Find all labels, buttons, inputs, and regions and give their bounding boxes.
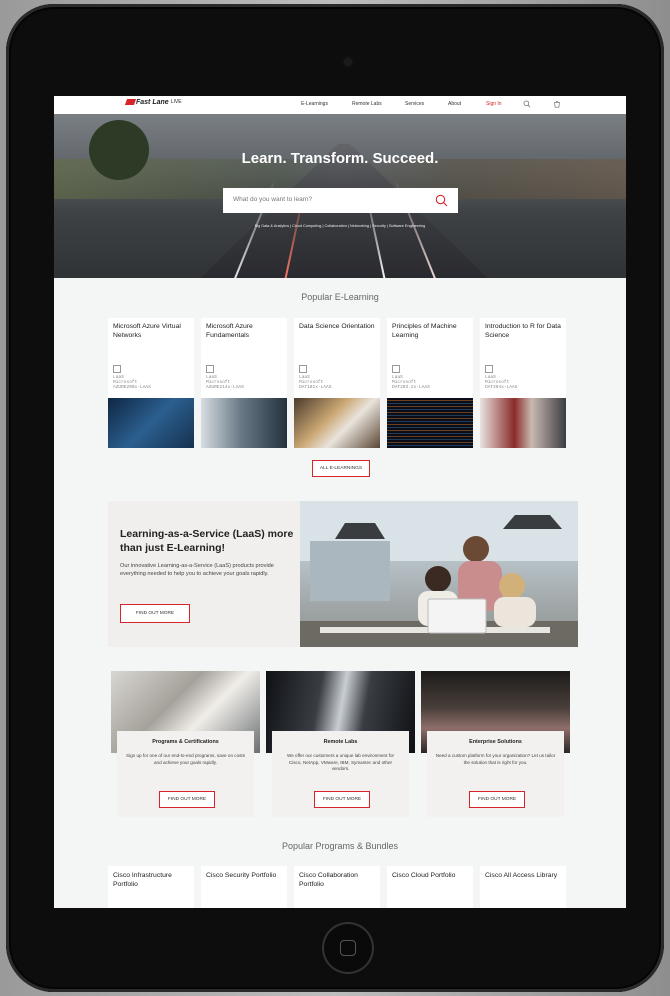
program-title: Cisco All Access Library: [485, 872, 558, 879]
home-button[interactable]: [322, 922, 374, 974]
course-card[interactable]: Principles of Machine Learning LaaS Micro…: [387, 318, 473, 448]
course-icon: [392, 365, 400, 373]
enterprise-find-out-more-button[interactable]: FIND OUT MORE: [469, 791, 525, 808]
remote-labs-tile: Remote Labs We offer our customers a uni…: [266, 671, 415, 817]
enterprise-tile: Enterprise Solutions Need a custom platf…: [421, 671, 570, 817]
course-image: [387, 398, 473, 448]
popular-programs-title: Popular Programs & Bundles: [281, 841, 399, 851]
course-code: LaaS Microsoft DAT204x-LAAS: [485, 375, 518, 391]
course-code: LaaS Microsoft AZURE214x-LAAS: [206, 375, 244, 391]
course-code: LaaS Microsoft AZURE200x-LAAS: [113, 375, 151, 391]
logo-text: Fast Lane: [136, 99, 169, 106]
program-card[interactable]: Cisco Infrastructure Portfolio: [108, 866, 194, 908]
camera-icon: [342, 56, 354, 68]
laas-find-out-more-button[interactable]: FIND OUT MORE: [120, 604, 190, 623]
logo-sub: LIVE: [170, 99, 182, 105]
course-card[interactable]: Microsoft Azure Virtual Networks LaaS Mic…: [108, 318, 194, 448]
topic-tags[interactable]: Big Data & Analytics | Cloud Computing |…: [54, 224, 626, 228]
course-image: [480, 398, 566, 448]
program-card[interactable]: Cisco Collaboration Portfolio: [294, 866, 380, 908]
nav-remote-labs[interactable]: Remote Labs: [352, 101, 382, 107]
course-title: Introduction to R for Data Science: [485, 323, 561, 339]
laas-body: Our innovative Learning-as-a-Service (La…: [120, 563, 274, 577]
course-icon: [485, 365, 493, 373]
laas-heading: Learning-as-a-Service (LaaS) more than j…: [120, 528, 294, 555]
course-card[interactable]: Introduction to R for Data Science LaaS M…: [480, 318, 566, 448]
nav-elearnings[interactable]: E-Learnings: [301, 101, 328, 107]
hero-title: Learn. Transform. Succeed.: [241, 150, 439, 167]
remote-labs-find-out-more-button[interactable]: FIND OUT MORE: [314, 791, 370, 808]
nav-services[interactable]: Services: [405, 101, 424, 107]
tile-body: Sign up for one of our end-to-end progra…: [126, 753, 245, 765]
nav-sign-in[interactable]: Sign In: [486, 101, 502, 107]
brand-logo[interactable]: Fast Lane LIVE: [124, 99, 182, 106]
program-card[interactable]: Cisco Security Portfolio: [201, 866, 287, 908]
search-placeholder: What do you want to learn?: [233, 196, 313, 203]
course-icon: [206, 365, 214, 373]
course-title: Microsoft Azure Fundamentals: [206, 323, 253, 339]
hero-banner: Learn. Transform. Succeed. What do you w…: [54, 114, 626, 278]
course-icon: [299, 365, 307, 373]
program-title: Cisco Cloud Portfolio: [392, 872, 456, 879]
course-title: Microsoft Azure Virtual Networks: [113, 323, 181, 339]
programs-tile: Programs & Certifications Sign up for on…: [111, 671, 260, 817]
programs-info-box: Programs & Certifications Sign up for on…: [117, 731, 254, 817]
enterprise-info-box: Enterprise Solutions Need a custom platf…: [427, 731, 564, 817]
course-title: Data Science Orientation: [299, 323, 375, 330]
program-title: Cisco Collaboration Portfolio: [299, 872, 358, 888]
programs-find-out-more-button[interactable]: FIND OUT MORE: [159, 791, 215, 808]
home-square-icon: [340, 940, 356, 956]
tile-title: Enterprise Solutions: [469, 739, 522, 745]
course-card[interactable]: Microsoft Azure Fundamentals LaaS Microso…: [201, 318, 287, 448]
laas-text-panel: Learning-as-a-Service (LaaS) more than j…: [108, 501, 300, 647]
laas-section: Learning-as-a-Service (LaaS) more than j…: [108, 501, 578, 647]
hero-search-input[interactable]: What do you want to learn?: [223, 188, 458, 213]
program-card[interactable]: Cisco Cloud Portfolio: [387, 866, 473, 908]
laas-image: [300, 501, 578, 647]
course-image: [108, 398, 194, 448]
webpage-screen: Fast Lane LIVE E-Learnings Remote Labs Se…: [54, 96, 626, 908]
course-image: [294, 398, 380, 448]
logo-mark-icon: [124, 99, 137, 106]
program-title: Cisco Security Portfolio: [206, 872, 277, 879]
tile-body: Need a custom platform for your organiza…: [435, 753, 556, 765]
top-navigation: Fast Lane LIVE E-Learnings Remote Labs Se…: [54, 96, 626, 115]
tile-body: We offer our customers a unique lab envi…: [286, 753, 395, 772]
students-photo: [300, 501, 578, 647]
course-code: LaaS Microsoft DAT101x-LAAS: [299, 375, 332, 391]
tile-title: Remote Labs: [323, 739, 358, 745]
popular-elearning-title: Popular E-Learning: [301, 292, 379, 302]
search-icon[interactable]: [523, 100, 531, 108]
search-icon[interactable]: [435, 194, 448, 207]
course-icon: [113, 365, 121, 373]
course-title: Principles of Machine Learning: [392, 323, 457, 339]
cart-icon[interactable]: [553, 100, 561, 108]
program-title: Cisco Infrastructure Portfolio: [113, 872, 172, 888]
course-image: [201, 398, 287, 448]
course-code: LaaS Microsoft DAT203.2x-LAAS: [392, 375, 430, 391]
all-elearnings-button[interactable]: ALL E-LEARNINGS: [312, 460, 370, 477]
tile-title: Programs & Certifications: [152, 739, 219, 745]
course-card[interactable]: Data Science Orientation LaaS Microsoft DA…: [294, 318, 380, 448]
program-card[interactable]: Cisco All Access Library: [480, 866, 566, 908]
remote-labs-info-box: Remote Labs We offer our customers a uni…: [272, 731, 409, 817]
nav-about[interactable]: About: [448, 101, 461, 107]
